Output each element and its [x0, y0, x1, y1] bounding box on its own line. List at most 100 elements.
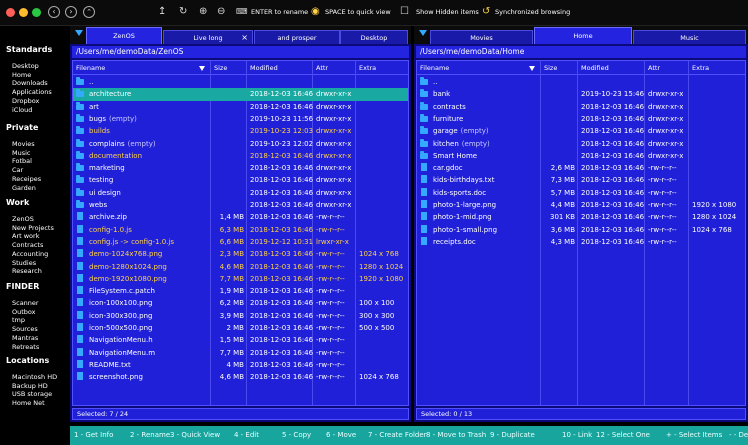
sidebar-item[interactable]: Downloads [12, 79, 48, 87]
file-row[interactable]: demo-1280x1024.png 4,6 MB 2018-12-03 16:46… [73, 261, 408, 273]
close-window-button[interactable] [6, 8, 15, 17]
sidebar-item[interactable]: tmp [12, 316, 25, 324]
sidebar-item[interactable]: Fotbal [12, 157, 32, 165]
file-row[interactable]: receipts.doc 4,3 MB 2018-12-03 16:46 -rw-r-… [417, 236, 745, 248]
sidebar-item[interactable]: New Projects [12, 224, 54, 232]
sidebar-item[interactable]: Studies [12, 259, 36, 267]
sidebar-item[interactable]: Dropbox [12, 97, 39, 105]
sidebar-item[interactable]: Mantras [12, 334, 38, 342]
upload-icon[interactable]: ↥ [158, 5, 166, 19]
column-header-attr[interactable]: Attr [645, 61, 689, 75]
file-row[interactable]: architecture 2018-12-03 16:46 drwxr-xr-x [73, 88, 408, 101]
file-row[interactable]: demo-1920x1080.png 7,7 MB 2018-12-03 16:46… [73, 273, 408, 285]
sidebar-item[interactable]: Garden [12, 184, 36, 192]
file-row[interactable]: contracts 2018-12-03 16:46 drwxr-xr-x [417, 101, 745, 113]
file-row[interactable]: art 2018-12-03 16:46 drwxr-xr-x [73, 101, 408, 113]
tab-menu-icon[interactable] [419, 30, 427, 36]
sidebar-item[interactable]: Art work [12, 232, 39, 240]
file-row[interactable]: photo-1-small.png 3,6 MB 2018-12-03 16:46-… [417, 224, 745, 236]
sidebar-item[interactable]: USB storage [12, 390, 52, 398]
sidebar-item[interactable]: Accounting [12, 250, 48, 258]
column-header-size[interactable]: Size [541, 61, 578, 75]
file-row[interactable]: testing 2018-12-03 16:46 drwxr-xr-x [73, 174, 408, 186]
file-row[interactable]: icon-100x100.png 6,2 MB 2018-12-03 16:46 -r… [73, 297, 408, 309]
right-file-table[interactable]: Filename Size Modified Attr Extra.. bank 2019-… [416, 60, 746, 406]
file-row[interactable]: complains (empty) 2019-10-23 12:02 drwxr-xr… [73, 138, 408, 150]
sidebar-item[interactable]: Retreats [12, 343, 39, 351]
file-row[interactable]: archive.zip 1,4 MB 2018-12-03 16:46 -rw-r--… [73, 211, 408, 223]
fkey-button[interactable]: 3 - Quick View [170, 426, 220, 445]
fkey-button[interactable]: 12 - Select One [596, 426, 650, 445]
column-header-name[interactable]: Filename [73, 61, 211, 75]
file-row[interactable]: NavigationMenu.h 1,5 MB 2018-12-03 16:46 -r… [73, 334, 408, 346]
sidebar-item[interactable]: Music [12, 149, 31, 157]
minimize-window-button[interactable] [19, 8, 28, 17]
sidebar-item[interactable]: Backup HD [12, 382, 48, 390]
column-header-modified[interactable]: Modified [578, 61, 645, 75]
fkey-button[interactable]: 4 - Edit [234, 426, 259, 445]
tab-menu-icon[interactable] [75, 30, 83, 36]
fkey-button[interactable]: 2 - Rename [130, 426, 170, 445]
file-row[interactable]: ui design 2018-12-03 16:46 drwxr-xr-x [73, 187, 408, 199]
sidebar-item[interactable]: ZenOS [12, 215, 34, 223]
file-row[interactable]: .. [73, 76, 408, 88]
checkbox-icon[interactable]: ☐ [400, 5, 409, 19]
file-row[interactable]: builds 2019-10-23 12:03 drwxr-xr-x [73, 125, 408, 137]
fkey-button[interactable]: - - De [729, 426, 748, 445]
add-icon[interactable]: ⊕ [199, 5, 207, 19]
sidebar-item[interactable]: Applications [12, 88, 52, 96]
file-row[interactable]: marketing 2018-12-03 16:46 drwxr-xr-x [73, 162, 408, 174]
file-row[interactable]: kitchen (empty) 2018-12-03 16:46 drwxr-xr-x [417, 138, 745, 150]
file-row[interactable]: icon-300x300.png 3,9 MB 2018-12-03 16:46 -r… [73, 310, 408, 322]
sidebar-item[interactable]: Scanner [12, 299, 39, 307]
tab-home[interactable]: Home [534, 27, 632, 44]
file-row[interactable]: demo-1024x768.png 2,3 MB 2018-12-03 16:46-… [73, 248, 408, 260]
tab-desktop[interactable]: Desktop [340, 30, 408, 44]
remove-icon[interactable]: ⊖ [217, 5, 225, 19]
file-row[interactable]: Smart Home 2018-12-03 16:46 drwxr-xr-x [417, 150, 745, 162]
fkey-button[interactable]: 7 - Create Folder [368, 426, 427, 445]
column-header-extra[interactable]: Extra [689, 61, 745, 75]
file-row[interactable]: FileSystem.c.patch 1,9 MB 2018-12-03 16:46… [73, 285, 408, 297]
right-path-bar[interactable]: /Users/me/demoData/Home [416, 46, 746, 58]
eye-icon[interactable]: ◉ [311, 5, 320, 19]
fkey-button[interactable]: + - Select Items [666, 426, 722, 445]
fkey-button[interactable]: 8 - Move to Trash [426, 426, 486, 445]
file-row[interactable]: photo-1-mid.png 301 KB 2018-12-03 16:46 -rw… [417, 211, 745, 223]
back-icon[interactable]: ‹ [48, 6, 60, 18]
file-row[interactable]: photo-1-large.png 4,4 MB 2018-12-03 16:46-… [417, 199, 745, 211]
zoom-window-button[interactable] [32, 8, 41, 17]
column-header-extra[interactable]: Extra [356, 61, 408, 75]
sync-icon[interactable]: ↺ [482, 5, 490, 19]
file-row[interactable]: icon-500x500.png 2 MB 2018-12-03 16:46 -rw-… [73, 322, 408, 334]
file-row[interactable]: webs 2018-12-03 16:46 drwxr-xr-x [73, 199, 408, 211]
tab-music[interactable]: Music [633, 30, 746, 44]
column-header-modified[interactable]: Modified [247, 61, 313, 75]
file-row[interactable]: car.gdoc 2,6 MB 2018-12-03 16:46 -rw-r--r-- [417, 162, 745, 174]
file-row[interactable]: kids-birthdays.txt 7,3 MB 2018-12-03 16:46… [417, 174, 745, 186]
file-row[interactable]: bugs (empty) 2019-10-23 11:56 drwxr-xr-x [73, 113, 408, 125]
tab-movies[interactable]: Movies [430, 30, 533, 44]
sidebar-item[interactable]: Desktop [12, 62, 39, 70]
sync-browsing-toggle[interactable]: Synchronized browsing [495, 8, 570, 16]
file-row[interactable]: screenshot.png 4,6 MB 2018-12-03 16:46 -rw-… [73, 371, 408, 383]
fkey-button[interactable]: 1 - Get Info [74, 426, 113, 445]
fkey-button[interactable]: 9 - Duplicate [490, 426, 535, 445]
file-row[interactable]: .. [417, 76, 745, 88]
sidebar-item[interactable]: Receipes [12, 175, 41, 183]
column-header-size[interactable]: Size [211, 61, 247, 75]
tab-and-prosper[interactable]: and prosper [254, 30, 340, 44]
left-file-table[interactable]: Filename Size Modified Attr Extra.. architect… [72, 60, 409, 406]
forward-icon[interactable]: › [65, 6, 77, 18]
left-path-bar[interactable]: /Users/me/demoData/ZenOS [72, 46, 409, 58]
sidebar-item[interactable]: Home [12, 71, 31, 79]
file-row[interactable]: NavigationMenu.m 7,7 MB 2018-12-03 16:46 -r… [73, 347, 408, 359]
column-header-attr[interactable]: Attr [313, 61, 356, 75]
up-icon[interactable]: ⌃ [83, 6, 95, 18]
fkey-button[interactable]: 10 - Link [562, 426, 592, 445]
rename-icon[interactable]: ⌨ [236, 5, 248, 19]
file-row[interactable]: furniture 2018-12-03 16:46 drwxr-xr-x [417, 113, 745, 125]
tab-zenos[interactable]: ZenOS [86, 27, 162, 44]
sidebar-item[interactable]: Contracts [12, 241, 43, 249]
file-row[interactable]: bank 2019-10-23 15:46 drwxr-xr-x [417, 88, 745, 100]
